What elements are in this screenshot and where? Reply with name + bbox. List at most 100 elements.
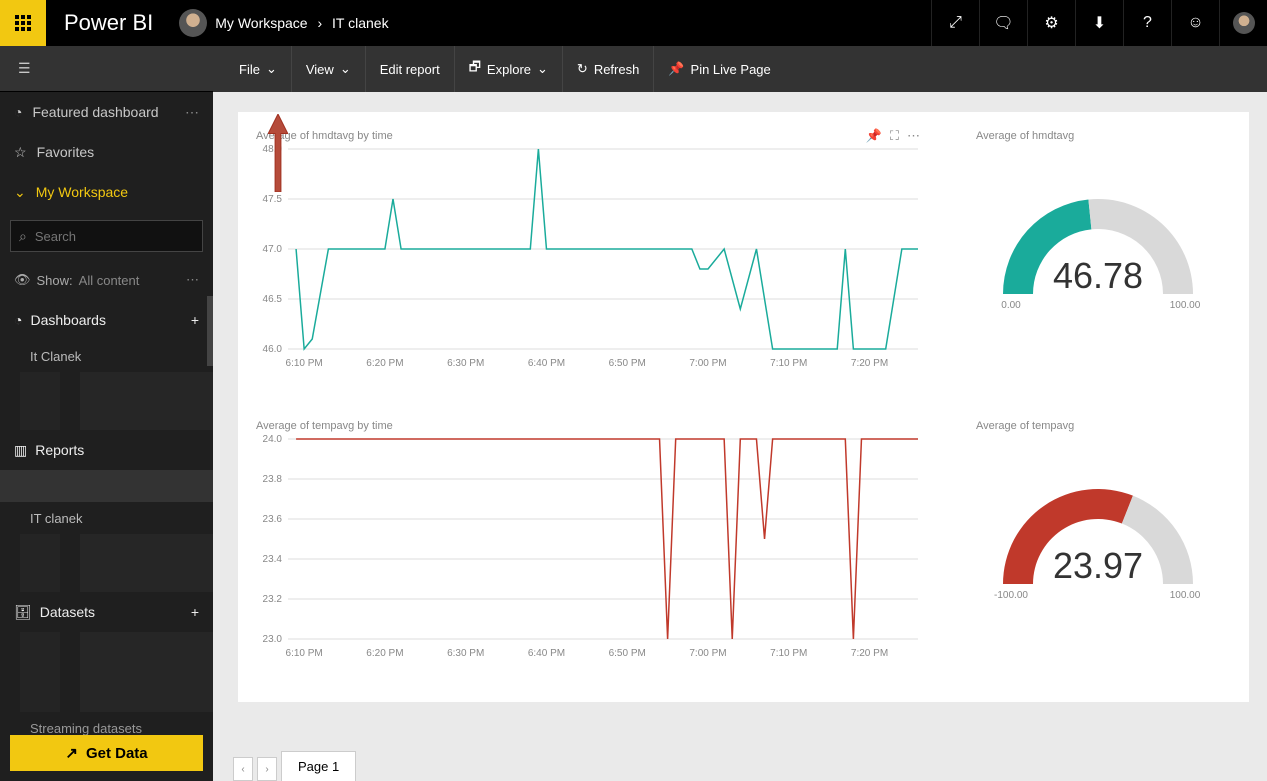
getdata-label: Get Data bbox=[86, 745, 148, 762]
top-actions: ⤢ 🗨 ⚙ ⬇ ? ☺ bbox=[931, 0, 1267, 46]
breadcrumb-workspace[interactable]: My Workspace bbox=[215, 15, 307, 31]
profile-button[interactable] bbox=[1219, 0, 1267, 46]
datasets-label: Datasets bbox=[40, 604, 95, 620]
streaming-label: Streaming datasets bbox=[30, 721, 142, 736]
reports-label: Reports bbox=[35, 442, 84, 458]
app-launcher-button[interactable] bbox=[0, 0, 46, 46]
view-label: View bbox=[306, 62, 334, 77]
report-item-itclanek[interactable]: IT clanek bbox=[0, 502, 213, 534]
datasets-section[interactable]: 🗄Datasets + bbox=[0, 592, 213, 632]
explore-menu[interactable]: 🗗 Explore ⌄ bbox=[455, 46, 563, 92]
show-filter[interactable]: 👁 Show: All content ⋯ bbox=[0, 260, 213, 300]
settings-button[interactable]: ⚙ bbox=[1027, 0, 1075, 46]
tile-actions: 📌 ⛶ ⋯ bbox=[866, 128, 920, 144]
temperature-gauge: 23.97-100.00100.00 bbox=[968, 434, 1228, 634]
gear-icon: ⚙ bbox=[1044, 13, 1058, 33]
chart-icon: ▥ bbox=[14, 442, 27, 459]
svg-text:46.0: 46.0 bbox=[263, 344, 283, 355]
feedback-button[interactable]: ☺ bbox=[1171, 0, 1219, 46]
temperature-line-chart: 23.023.223.423.623.824.06:10 PM6:20 PM6:… bbox=[248, 434, 928, 664]
fullscreen-button[interactable]: ⤢ bbox=[931, 0, 979, 46]
workspace-label: My Workspace bbox=[36, 184, 128, 200]
tile-temperature-gauge[interactable]: Average of tempavg 23.97-100.00100.00 bbox=[968, 412, 1228, 672]
canvas-page[interactable]: 📌 ⛶ ⋯ Average of hmdtavg by time 46.0 46.… bbox=[238, 112, 1249, 702]
pin-live-button[interactable]: 📌 Pin Live Page bbox=[654, 46, 784, 92]
svg-text:6:40 PM: 6:40 PM bbox=[528, 358, 565, 369]
reports-section[interactable]: ▥ Reports bbox=[0, 430, 213, 470]
dashboards-section[interactable]: ◔Dashboards + bbox=[0, 300, 213, 340]
help-button[interactable]: ? bbox=[1123, 0, 1171, 46]
chart-title: Average of hmdtavg by time bbox=[248, 122, 928, 144]
svg-text:24.0: 24.0 bbox=[263, 434, 283, 445]
plus-icon[interactable]: + bbox=[191, 312, 199, 328]
gauge-icon: ◔ bbox=[14, 104, 22, 120]
star-icon: ☆ bbox=[14, 144, 27, 161]
svg-text:6:30 PM: 6:30 PM bbox=[447, 358, 484, 369]
report-item-redacted[interactable] bbox=[0, 470, 213, 502]
humidity-gauge: 46.78 0.00 100.00 bbox=[968, 144, 1228, 344]
hamburger-button[interactable]: ☰ bbox=[0, 46, 213, 92]
left-sidebar: ☰ ◔ Featured dashboard ⋯ ☆ Favorites ⌄ M… bbox=[0, 46, 213, 781]
refresh-label: Refresh bbox=[594, 62, 640, 77]
report-toolbar: File ⌄ View ⌄ Edit report 🗗 Explore ⌄ ↻ … bbox=[213, 46, 1267, 92]
svg-text:46.5: 46.5 bbox=[263, 294, 283, 305]
annotation-arrow bbox=[268, 114, 288, 192]
svg-text:23.0: 23.0 bbox=[263, 634, 283, 645]
chat-button[interactable]: 🗨 bbox=[979, 0, 1027, 46]
gauge-title: Average of tempavg bbox=[968, 412, 1228, 434]
tile-temperature-line[interactable]: Average of tempavg by time 23.023.223.42… bbox=[248, 412, 928, 672]
svg-text:6:20 PM: 6:20 PM bbox=[366, 358, 403, 369]
more-icon[interactable]: ⋯ bbox=[186, 272, 199, 288]
explore-label: Explore bbox=[487, 62, 531, 77]
svg-text:6:10 PM: 6:10 PM bbox=[286, 648, 323, 659]
chart-title: Average of tempavg by time bbox=[248, 412, 928, 434]
avatar-icon bbox=[1233, 12, 1255, 34]
search-input-wrapper[interactable]: ⌕ bbox=[10, 220, 203, 252]
svg-text:6:30 PM: 6:30 PM bbox=[447, 648, 484, 659]
tile-humidity-gauge[interactable]: Average of hmdtavg 46.780.00100.00 bbox=[968, 122, 1228, 382]
svg-text:23.8: 23.8 bbox=[263, 474, 283, 485]
svg-text:6:50 PM: 6:50 PM bbox=[609, 648, 646, 659]
dashboard-item-itclanek[interactable]: It Clanek bbox=[0, 340, 213, 372]
more-icon[interactable]: ⋯ bbox=[907, 128, 920, 144]
svg-text:100.00: 100.00 bbox=[1170, 300, 1201, 311]
svg-text:6:50 PM: 6:50 PM bbox=[609, 358, 646, 369]
svg-text:7:00 PM: 7:00 PM bbox=[689, 358, 726, 369]
pin-icon[interactable]: 📌 bbox=[866, 128, 882, 144]
dash-item-label: It Clanek bbox=[30, 349, 81, 364]
page-tab-1[interactable]: Page 1 bbox=[281, 751, 356, 781]
tile-humidity-line[interactable]: 📌 ⛶ ⋯ Average of hmdtavg by time 46.0 46.… bbox=[248, 122, 928, 382]
pin-icon: 📌 bbox=[668, 61, 684, 77]
arrow-out-icon: ↗ bbox=[65, 744, 78, 762]
breadcrumb-current: IT clanek bbox=[332, 15, 389, 31]
svg-text:46.78: 46.78 bbox=[1053, 255, 1143, 296]
svg-text:7:20 PM: 7:20 PM bbox=[851, 648, 888, 659]
svg-text:23.97: 23.97 bbox=[1053, 545, 1143, 586]
edit-label: Edit report bbox=[380, 62, 440, 77]
plus-icon[interactable]: + bbox=[191, 604, 199, 620]
page-prev-button[interactable]: ‹ bbox=[233, 757, 253, 781]
dashboard-icon: ◔ bbox=[14, 312, 22, 328]
edit-report-button[interactable]: Edit report bbox=[366, 46, 455, 92]
featured-dashboard-item[interactable]: ◔ Featured dashboard ⋯ bbox=[0, 92, 213, 132]
svg-text:47.0: 47.0 bbox=[263, 244, 283, 255]
chevron-down-icon: ⌄ bbox=[537, 61, 548, 77]
view-menu[interactable]: View ⌄ bbox=[292, 46, 366, 92]
more-icon[interactable]: ⋯ bbox=[185, 104, 199, 121]
refresh-button[interactable]: ↻ Refresh bbox=[563, 46, 654, 92]
svg-text:7:10 PM: 7:10 PM bbox=[770, 648, 807, 659]
focus-icon[interactable]: ⛶ bbox=[890, 128, 899, 144]
chevron-down-icon: ⌄ bbox=[340, 61, 351, 77]
download-button[interactable]: ⬇ bbox=[1075, 0, 1123, 46]
svg-text:0.00: 0.00 bbox=[1001, 300, 1021, 311]
search-icon: ⌕ bbox=[19, 228, 27, 245]
humidity-line-chart: 46.046.547.047.548.06:10 PM6:20 PM6:30 P… bbox=[248, 144, 928, 374]
search-input[interactable] bbox=[35, 229, 211, 244]
my-workspace-item[interactable]: ⌄ My Workspace bbox=[0, 172, 213, 212]
refresh-icon: ↻ bbox=[577, 61, 588, 77]
favorites-item[interactable]: ☆ Favorites bbox=[0, 132, 213, 172]
page-next-button[interactable]: › bbox=[257, 757, 277, 781]
file-menu[interactable]: File ⌄ bbox=[225, 46, 292, 92]
get-data-button[interactable]: ↗ Get Data bbox=[10, 735, 203, 771]
show-value: All content bbox=[79, 273, 140, 288]
